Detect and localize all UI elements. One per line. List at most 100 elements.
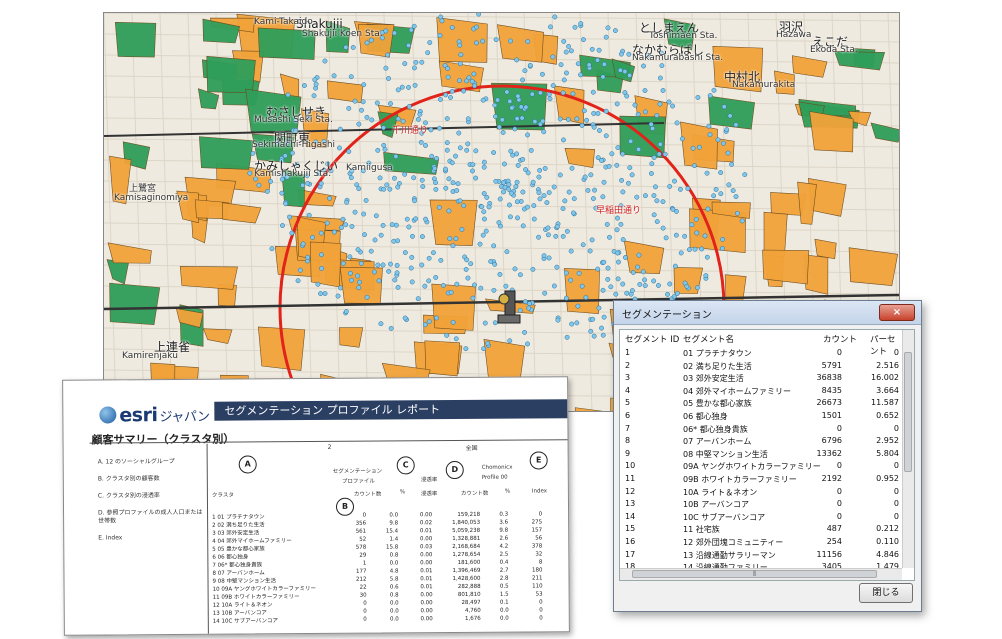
customer-dot: [686, 247, 692, 253]
customer-dot: [349, 223, 355, 229]
customer-dot: [384, 182, 390, 188]
list-item[interactable]: 15 11 社宅族 487 0.212: [620, 523, 902, 536]
list-item[interactable]: 1 01 プラチナタウン 0 0: [620, 347, 902, 360]
list-item[interactable]: 2 02 満ち足りた生活 5791 2.516: [620, 360, 902, 373]
customer-dot: [724, 127, 730, 133]
customer-dot: [591, 111, 597, 116]
customer-dot: [406, 103, 412, 109]
customer-dot: [527, 62, 533, 68]
customer-dot: [501, 161, 507, 167]
table-cell: 0.00: [420, 552, 433, 559]
customer-dot: [703, 273, 709, 279]
list-item[interactable]: 13 10B アーバンコア 0 0: [620, 498, 902, 511]
customer-dot: [444, 332, 450, 338]
list-item[interactable]: 4 04 郊外マイホームファミリー 8435 3.664: [620, 385, 902, 398]
grid-cell: 11 社宅族: [683, 525, 720, 535]
horizontal-scrollbar[interactable]: ⦀: [620, 568, 902, 580]
list-item[interactable]: 11 09B ホワイトカラーファミリー 2192 0.952: [620, 473, 902, 486]
customer-dot: [433, 180, 438, 186]
customer-dot: [461, 88, 467, 94]
map-label: Ekoda Sta.: [810, 45, 858, 55]
customer-dot: [689, 222, 695, 228]
customer-dot: [596, 305, 602, 311]
customer-dot: [642, 283, 648, 288]
store-location-icon[interactable]: [496, 289, 522, 325]
customer-dot: [512, 126, 518, 132]
list-item[interactable]: 8 07 アーバンホーム 6796 2.952: [620, 435, 902, 448]
grid-cell: 0.212: [876, 524, 899, 534]
list-item[interactable]: 12 10A ライト＆ネオン 0 0: [620, 486, 902, 499]
list-item[interactable]: 16 12 郊外団塊コミュニティー 254 0.110: [620, 536, 902, 549]
grid-cell: 12: [625, 486, 636, 496]
customer-dot: [300, 241, 306, 247]
customer-dot: [470, 162, 476, 168]
table-cell: 0: [363, 608, 367, 615]
customer-dot: [419, 59, 425, 65]
customer-dot: [729, 161, 735, 167]
list-item[interactable]: 3 03 郊外安定生活 36838 16.002: [620, 372, 902, 385]
grid-cell: 10: [625, 461, 636, 471]
customer-dot: [531, 216, 537, 222]
customer-dot: [338, 285, 344, 291]
customer-dot: [595, 57, 600, 63]
customer-dot: [674, 120, 680, 126]
header-segment-name[interactable]: セグメント名: [683, 333, 734, 345]
list-item[interactable]: 9 08 中堅マンション生活 13362 5.804: [620, 448, 902, 461]
list-item[interactable]: 6 06 都心独身 1501 0.652: [620, 410, 902, 423]
orange-region: [814, 238, 837, 260]
orange-region: [339, 327, 364, 348]
customer-dot: [269, 246, 275, 252]
customer-dot: [380, 222, 386, 228]
customer-dot: [679, 136, 685, 142]
customer-dot: [295, 278, 301, 284]
customer-dot: [526, 301, 532, 306]
close-icon[interactable]: ×: [879, 304, 915, 321]
customer-dot: [466, 75, 472, 81]
list-item[interactable]: 10 09A ヤングホワイトカラーファミリー 0 0: [620, 460, 902, 473]
grid-cell: 01 プラチナタウン: [683, 349, 752, 358]
customer-dot: [612, 28, 618, 34]
customer-dot: [635, 264, 641, 270]
scroll-thumb[interactable]: ⦀: [632, 570, 877, 578]
scroll-thumb[interactable]: [904, 352, 912, 472]
customer-dot: [685, 186, 691, 192]
grid-cell: 36838: [816, 373, 842, 383]
header-segment-id[interactable]: セグメント ID: [625, 333, 679, 345]
customer-dot: [606, 163, 612, 169]
customer-dot: [591, 333, 597, 339]
grid-cell: 1: [625, 348, 631, 357]
customer-dot: [656, 282, 661, 288]
list-item[interactable]: 17 13 沿線通勤サラリーマン 11156 4.846: [620, 549, 902, 562]
customer-dot: [449, 25, 455, 30]
customer-dot: [654, 112, 660, 118]
vertical-scrollbar[interactable]: [902, 330, 914, 568]
customer-dot: [388, 325, 394, 331]
table-cell: 0.01: [420, 584, 433, 591]
customer-dot: [446, 208, 452, 214]
table-cell: 5.8: [389, 576, 399, 583]
close-button[interactable]: 閉じる: [859, 583, 913, 603]
customer-dot: [481, 191, 487, 196]
list-item[interactable]: 14 10C サブアーバンコア 0 0: [620, 511, 902, 524]
list-item[interactable]: 7 06* 都心独身貴族 0 0: [620, 423, 902, 436]
customer-dot: [715, 137, 721, 143]
customer-dot: [711, 87, 717, 93]
grid-cell: 16: [625, 536, 636, 546]
list-item[interactable]: 5 05 豊かな都心家族 26673 11.587: [620, 397, 902, 410]
customer-dot: [408, 27, 414, 33]
customer-dot: [448, 95, 453, 100]
customer-dot: [694, 285, 700, 291]
table-cell: 275: [531, 519, 543, 526]
grid-cell: 0: [836, 499, 842, 509]
table-cell: 0.00: [420, 616, 433, 623]
customer-dot: [651, 212, 657, 218]
customer-dot: [601, 259, 607, 265]
customer-dot: [311, 93, 317, 99]
segment-grid[interactable]: セグメント ID セグメント名 カウント パーセント 1 01 プラチナタウン 0 0…: [619, 329, 915, 581]
customer-dot: [558, 62, 564, 68]
header-count[interactable]: カウント: [823, 333, 857, 345]
customer-dot: [339, 225, 344, 231]
legend-item: D. 参照プロファイルの成人人口または世帯数: [98, 508, 203, 525]
customer-dot: [564, 70, 569, 76]
customer-dot: [445, 74, 451, 80]
